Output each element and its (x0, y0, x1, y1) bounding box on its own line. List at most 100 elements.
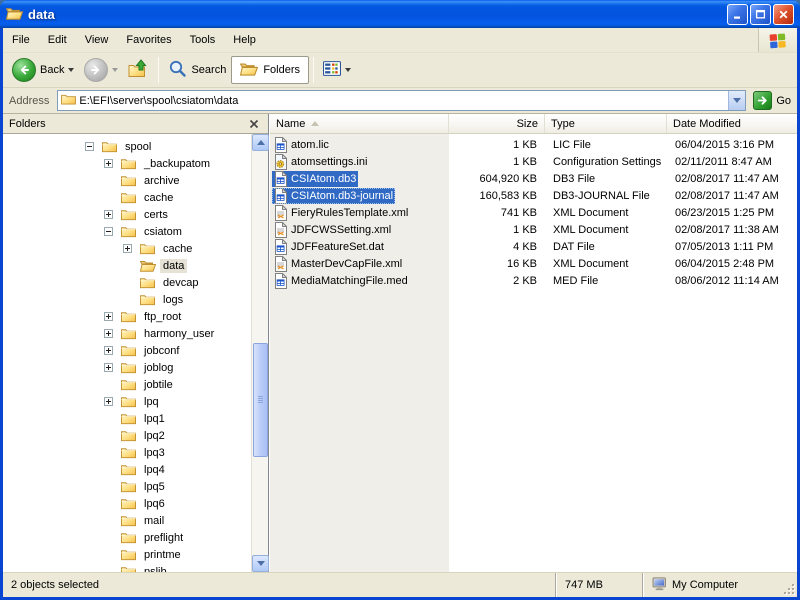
file-row-CSIAtom.db3-journal[interactable]: CSIAtom.db3-journal160,583 KBDB3-JOURNAL… (270, 187, 797, 204)
tree-item-lpq[interactable]: lpq (3, 393, 251, 410)
column-header-size[interactable]: Size (449, 114, 545, 133)
title-bar[interactable]: data (0, 0, 800, 28)
tree-item-cache[interactable]: cache (3, 240, 251, 257)
minus-expander-icon[interactable] (104, 227, 113, 236)
plus-expander-icon[interactable] (104, 346, 113, 355)
file-selection-area[interactable]: CSIAtom.db3 (272, 171, 358, 187)
tree-item-csiatom[interactable]: csiatom (3, 223, 251, 240)
resize-grip[interactable] (782, 582, 795, 595)
tree-item-printme[interactable]: printme (3, 546, 251, 563)
close-folders-icon[interactable] (246, 116, 262, 132)
file-row-atom.lic[interactable]: atom.lic1 KBLIC File06/04/2015 3:16 PM (270, 136, 797, 153)
tree-item-logs[interactable]: logs (3, 291, 251, 308)
column-header-type[interactable]: Type (545, 114, 667, 133)
file-row-atomsettings.ini[interactable]: atomsettings.ini1 KBConfiguration Settin… (270, 153, 797, 170)
plus-expander-icon[interactable] (104, 397, 113, 406)
scroll-down-button[interactable] (252, 555, 269, 572)
file-selection-area[interactable]: atomsettings.ini (272, 154, 369, 170)
tree-item-preflight[interactable]: preflight (3, 529, 251, 546)
tree-item-lpq5[interactable]: lpq5 (3, 478, 251, 495)
folders-icon (240, 61, 258, 79)
back-label: Back (40, 64, 64, 76)
views-button[interactable] (318, 59, 356, 81)
tree-item-spool[interactable]: spool (3, 138, 251, 155)
file-row-FieryRulesTemplate.xml[interactable]: FieryRulesTemplate.xml741 KBXML Document… (270, 204, 797, 221)
column-header-name[interactable]: Name (270, 114, 449, 133)
file-row-JDFFeatureSet.dat[interactable]: JDFFeatureSet.dat4 KBDAT File07/05/2013 … (270, 238, 797, 255)
tree-item-lpq1[interactable]: lpq1 (3, 410, 251, 427)
tree-item-pslib[interactable]: pslib (3, 563, 251, 572)
tree-item-lpq4[interactable]: lpq4 (3, 461, 251, 478)
tree-item-label: devcap (160, 276, 201, 290)
tree-item-label: archive (141, 174, 182, 188)
tree-item-ftp_root[interactable]: ftp_root (3, 308, 251, 325)
tree-item-jobtile[interactable]: jobtile (3, 376, 251, 393)
go-button[interactable]: Go (753, 91, 791, 110)
file-size: 4 KB (449, 241, 545, 253)
file-row-CSIAtom.db3[interactable]: CSIAtom.db3604,920 KBDB3 File02/08/2017 … (270, 170, 797, 187)
tree-scrollbar[interactable] (251, 134, 268, 572)
plus-expander-icon[interactable] (104, 312, 113, 321)
tree-item-jobconf[interactable]: jobconf (3, 342, 251, 359)
file-selection-area[interactable]: atom.lic (272, 137, 331, 153)
file-selection-area[interactable]: MediaMatchingFile.med (272, 273, 410, 289)
file-row-JDFCWSSetting.xml[interactable]: JDFCWSSetting.xml1 KBXML Document02/08/2… (270, 221, 797, 238)
settings-file-icon (274, 154, 287, 170)
name-cell: JDFCWSSetting.xml (270, 222, 449, 238)
back-dropdown-icon[interactable] (68, 68, 74, 72)
scrollbar-thumb[interactable] (253, 343, 268, 457)
menu-help[interactable]: Help (224, 28, 265, 52)
tree-item-joblog[interactable]: joblog (3, 359, 251, 376)
search-button[interactable]: Search (163, 57, 231, 83)
menu-favorites[interactable]: Favorites (117, 28, 180, 52)
menu-edit[interactable]: Edit (39, 28, 76, 52)
address-dropdown-button[interactable] (728, 91, 745, 110)
address-input[interactable] (76, 95, 728, 107)
up-button[interactable] (123, 57, 154, 83)
tree-item-lpq2[interactable]: lpq2 (3, 427, 251, 444)
file-selection-area[interactable]: JDFCWSSetting.xml (272, 222, 393, 238)
folders-toggle-button[interactable]: Folders (231, 56, 309, 84)
tree-item-harmony_user[interactable]: harmony_user (3, 325, 251, 342)
file-date: 02/11/2011 8:47 AM (667, 156, 797, 168)
explorer-window: data File Edit View Favorites Tools Help… (0, 0, 800, 600)
plus-expander-icon[interactable] (104, 210, 113, 219)
back-button[interactable]: Back (7, 56, 79, 84)
maximize-button[interactable] (750, 4, 771, 25)
tree-item-cache[interactable]: cache (3, 189, 251, 206)
column-header-date[interactable]: Date Modified (667, 114, 797, 133)
file-selection-area[interactable]: JDFFeatureSet.dat (272, 239, 386, 255)
views-dropdown-icon[interactable] (345, 68, 351, 72)
generic-file-icon (274, 188, 287, 204)
menu-file[interactable]: File (3, 28, 39, 52)
menu-tools[interactable]: Tools (181, 28, 225, 52)
file-selection-area[interactable]: MasterDevCapFile.xml (272, 256, 404, 272)
tree-item-mail[interactable]: mail (3, 512, 251, 529)
tree-item-_backupatom[interactable]: _backupatom (3, 155, 251, 172)
file-selection-area[interactable]: CSIAtom.db3-journal (272, 188, 395, 204)
plus-expander-icon[interactable] (104, 363, 113, 372)
scroll-up-button[interactable] (252, 134, 269, 151)
file-selection-area[interactable]: FieryRulesTemplate.xml (272, 205, 410, 221)
name-cell: MediaMatchingFile.med (270, 273, 449, 289)
file-row-MediaMatchingFile.med[interactable]: MediaMatchingFile.med2 KBMED File08/06/2… (270, 272, 797, 289)
plus-expander-icon[interactable] (123, 244, 132, 253)
plus-expander-icon[interactable] (104, 159, 113, 168)
tree-item-devcap[interactable]: devcap (3, 274, 251, 291)
menu-view[interactable]: View (76, 28, 118, 52)
address-combo[interactable] (57, 90, 746, 111)
forward-dropdown-icon[interactable] (112, 68, 118, 72)
tree-item-label: jobtile (141, 378, 176, 392)
plus-expander-icon[interactable] (104, 329, 113, 338)
close-button[interactable] (773, 4, 794, 25)
minus-expander-icon[interactable] (85, 142, 94, 151)
forward-button[interactable] (79, 56, 123, 84)
tree-item-archive[interactable]: archive (3, 172, 251, 189)
tree-item-lpq3[interactable]: lpq3 (3, 444, 251, 461)
tree-item-lpq6[interactable]: lpq6 (3, 495, 251, 512)
file-row-MasterDevCapFile.xml[interactable]: MasterDevCapFile.xml16 KBXML Document06/… (270, 255, 797, 272)
tree-item-data[interactable]: data (3, 257, 251, 274)
tree-item-certs[interactable]: certs (3, 206, 251, 223)
search-label: Search (191, 64, 226, 76)
minimize-button[interactable] (727, 4, 748, 25)
